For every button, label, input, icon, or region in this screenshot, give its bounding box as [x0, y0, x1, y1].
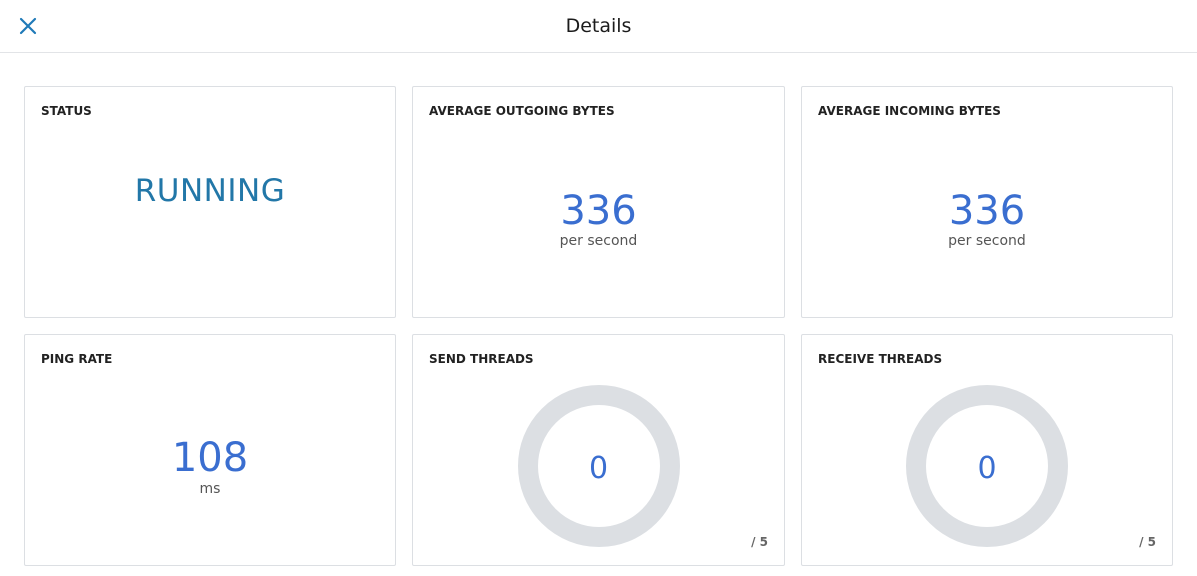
status-card: STATUS RUNNING — [24, 86, 396, 318]
avg-outgoing-bytes-value: 336 — [560, 188, 637, 234]
avg-outgoing-bytes-title: AVERAGE OUTGOING BYTES — [429, 104, 615, 118]
avg-incoming-bytes-title: AVERAGE INCOMING BYTES — [818, 104, 1001, 118]
send-threads-title: SEND THREADS — [429, 352, 534, 366]
send-threads-value: 0 — [588, 451, 609, 486]
header-bar: Details — [0, 0, 1197, 53]
receive-threads-title: RECEIVE THREADS — [818, 352, 943, 366]
status-value: RUNNING — [134, 173, 286, 209]
avg-incoming-bytes-unit: per second — [948, 233, 1026, 249]
ping-rate-value: 108 — [171, 435, 249, 481]
receive-threads-value: 0 — [977, 451, 997, 486]
page-title: Details — [565, 15, 632, 37]
avg-incoming-bytes-value: 336 — [948, 188, 1026, 234]
send-threads-max: / 5 — [751, 535, 768, 549]
avg-outgoing-bytes-unit: per second — [559, 233, 638, 249]
receive-threads-card: RECEIVE THREADS 0 / 5 — [801, 334, 1173, 566]
receive-threads-max: / 5 — [1139, 535, 1156, 549]
ping-rate-unit: ms — [199, 481, 221, 497]
send-threads-card: SEND THREADS 0 / 5 — [412, 334, 785, 566]
status-card-title: STATUS — [41, 104, 92, 118]
ping-rate-card: PING RATE 108 ms — [24, 334, 396, 566]
avg-incoming-bytes-card: AVERAGE INCOMING BYTES 336 per second — [801, 86, 1173, 318]
ping-rate-title: PING RATE — [41, 352, 113, 366]
avg-outgoing-bytes-card: AVERAGE OUTGOING BYTES 336 per second — [412, 86, 785, 318]
